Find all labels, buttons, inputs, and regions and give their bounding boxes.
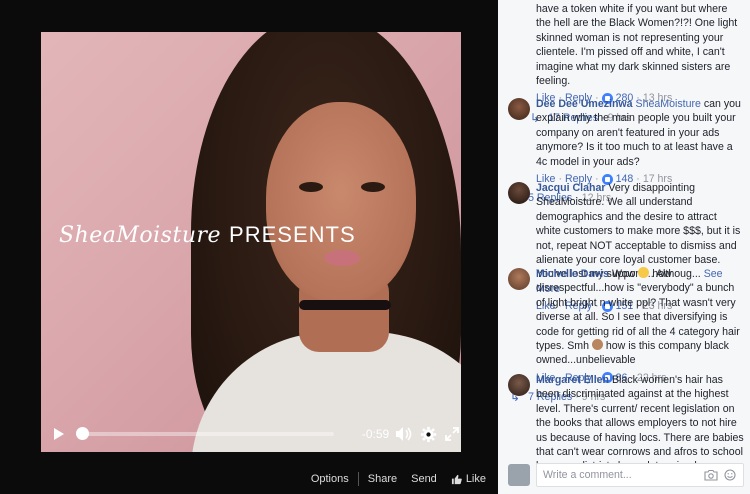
comment-content: Wow — [609, 268, 639, 280]
comment-text: have a token white if you want but where… — [536, 3, 738, 88]
play-icon — [54, 428, 65, 440]
comments-panel: have a token white if you want but where… — [498, 0, 750, 494]
facepalm-emoji-icon — [591, 339, 603, 351]
confused-emoji-icon — [638, 267, 650, 278]
video-frame-eye — [361, 182, 385, 192]
play-button[interactable] — [49, 420, 70, 448]
brand-logo: SheaMoisture — [59, 222, 222, 248]
video-theater: SheaMoisture PRESENTS -0:59 Options Shar… — [0, 0, 498, 494]
video-player[interactable]: SheaMoisture PRESENTS — [41, 32, 461, 452]
volume-icon — [396, 427, 412, 441]
avatar[interactable] — [508, 182, 530, 204]
video-brand-overlay: SheaMoisture PRESENTS — [59, 222, 356, 248]
emoji-icon[interactable] — [723, 469, 737, 481]
video-frame-face — [266, 102, 416, 302]
send-link[interactable]: Send — [411, 473, 437, 485]
page-tag[interactable]: SheaMoisture — [636, 98, 701, 110]
comment-text: Michelle Davis Wow how disrespectful...h… — [536, 267, 744, 368]
like-link[interactable]: Like — [451, 473, 486, 485]
commenter-name[interactable]: Jacqui Clahar — [536, 182, 605, 194]
comment-text: Dee Dee Umezinwa SheaMoisture can you ex… — [536, 97, 744, 169]
thumbs-up-icon — [451, 474, 462, 484]
comment-content: Very disappointing SheaMoisture. We all … — [536, 182, 741, 281]
video-time-remaining: -0:59 — [361, 427, 390, 441]
volume-button[interactable] — [395, 422, 413, 446]
avatar[interactable] — [508, 268, 530, 290]
video-progress-bar[interactable] — [75, 427, 334, 440]
video-frame-eye — [299, 182, 323, 192]
avatar[interactable] — [508, 374, 530, 396]
user-avatar — [508, 464, 530, 486]
expand-icon — [445, 427, 459, 441]
video-frame-lips — [324, 250, 360, 266]
divider — [357, 472, 359, 486]
video-controls: -0:59 — [41, 420, 461, 448]
like-label: Like — [465, 473, 486, 485]
comment-input[interactable] — [543, 469, 699, 481]
video-frame-choker — [299, 300, 391, 310]
share-link[interactable]: Share — [368, 473, 397, 485]
camera-icon[interactable] — [704, 469, 718, 481]
comment-composer — [508, 463, 744, 487]
settings-button[interactable] — [419, 422, 437, 446]
brand-presents-text: PRESENTS — [229, 222, 356, 247]
avatar[interactable] — [508, 98, 530, 120]
commenter-name[interactable]: Margaret Ellen — [536, 374, 609, 386]
gear-icon — [420, 426, 436, 442]
progress-scrubber-handle[interactable] — [75, 427, 89, 440]
commenter-name[interactable]: Michelle Davis — [536, 268, 609, 280]
video-actions-bar: Options Share Send Like — [0, 472, 486, 486]
commenter-name[interactable]: Dee Dee Umezinwa — [536, 98, 633, 110]
options-link[interactable]: Options — [311, 473, 349, 485]
comment-input-box[interactable] — [536, 463, 744, 487]
fullscreen-button[interactable] — [443, 422, 461, 446]
